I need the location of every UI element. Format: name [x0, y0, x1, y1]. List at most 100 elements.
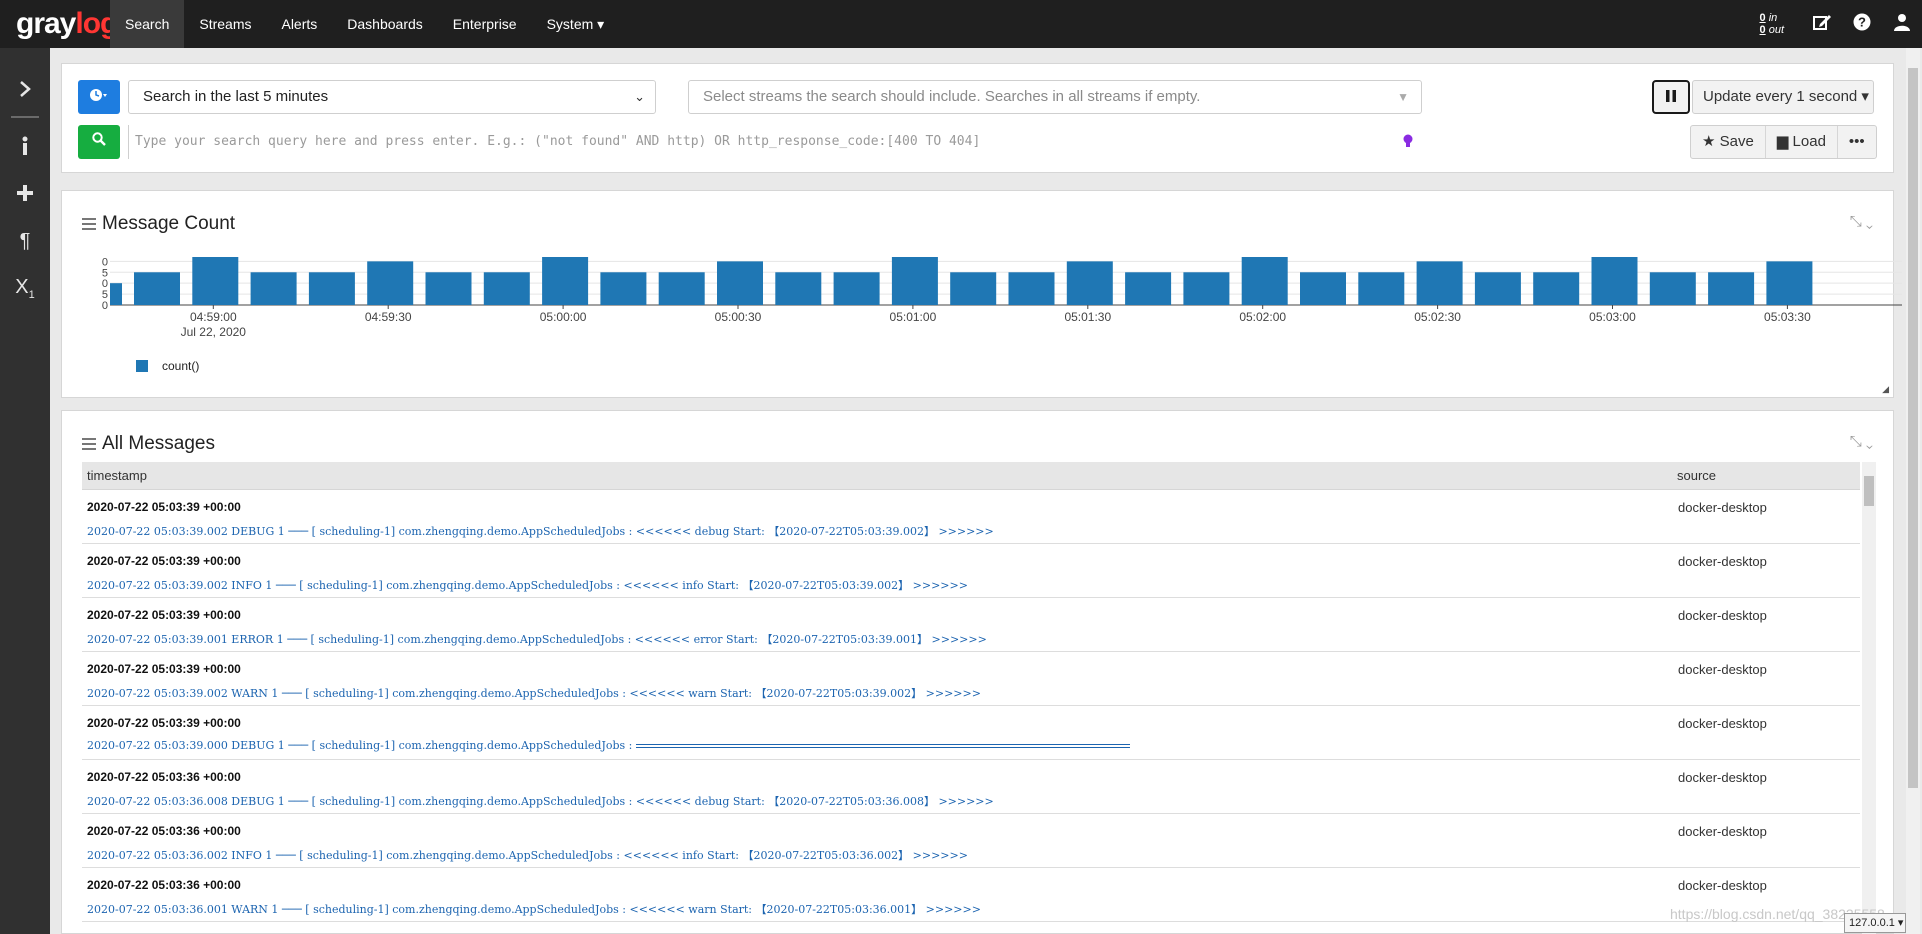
- row-timestamp: 2020-07-22 05:03:39 +00:00: [87, 662, 241, 676]
- chart-bar: [1766, 261, 1813, 305]
- row-source[interactable]: docker-desktop: [1678, 662, 1767, 677]
- message-count-chart: 05101520 04:59:00Jul 22, 2020 04:59:30 05:0…: [102, 256, 1902, 339]
- nav-alerts[interactable]: Alerts: [266, 0, 332, 48]
- table-row[interactable]: 2020-07-22 05:03:36 +00:00 docker-desktop…: [82, 868, 1860, 922]
- chevron-down-icon[interactable]: ⌄: [1866, 213, 1873, 230]
- table-row[interactable]: 2020-07-22 05:03:39 +00:00 docker-desktop…: [82, 490, 1860, 544]
- row-message: 2020-07-22 05:03:39.002 DEBUG 1 ─── [ sc…: [87, 523, 994, 539]
- chart-bar: [1649, 272, 1696, 305]
- nav-search[interactable]: Search: [110, 0, 185, 48]
- time-range-type-button[interactable]: [78, 80, 120, 114]
- table-row[interactable]: 2020-07-22 05:03:39 +00:00 docker-desktop…: [82, 544, 1860, 598]
- y-tick-label: 20: [102, 256, 108, 268]
- row-source[interactable]: docker-desktop: [1678, 824, 1767, 839]
- page-scrollbar[interactable]: [1906, 48, 1920, 934]
- row-timestamp: 2020-07-22 05:03:36 +00:00: [87, 824, 241, 838]
- time-range-value: Search in the last 5 minutes: [143, 88, 329, 105]
- column-header-timestamp[interactable]: timestamp: [82, 462, 1672, 489]
- table-row[interactable]: 2020-07-22 05:03:39 +00:00 docker-desktop…: [82, 652, 1860, 706]
- page-scrollbar-thumb[interactable]: [1908, 68, 1918, 788]
- y-tick-label: 15: [102, 267, 108, 279]
- compress-icon[interactable]: ⤡: [1850, 433, 1862, 450]
- all-messages-widget: All Messages ⤡ ⌄ timestamp source 2020-0…: [61, 410, 1894, 934]
- row-message-text: 2020-07-22 05:03:36.001 WARN 1 ─── [ sch…: [87, 903, 981, 916]
- row-message: 2020-07-22 05:03:39.002 INFO 1 ─── [ sch…: [87, 577, 968, 593]
- x-tick-label: 05:00:00: [540, 310, 587, 324]
- chart-bar: [1708, 272, 1755, 305]
- drag-handle-icon[interactable]: [82, 435, 96, 453]
- chevron-down-icon[interactable]: ⌄: [1866, 433, 1873, 450]
- chart-bar: [1533, 272, 1580, 305]
- row-message-text: 2020-07-22 05:03:36.002 INFO 1 ─── [ sch…: [87, 849, 968, 862]
- scrollbar-thumb[interactable]: [1864, 476, 1874, 506]
- table-row[interactable]: 2020-07-22 05:03:39 +00:00 docker-desktop…: [82, 706, 1860, 760]
- chart-bar: [658, 272, 705, 305]
- row-message-text: 2020-07-22 05:03:39.002 WARN 1 ─── [ sch…: [87, 687, 981, 700]
- info-icon[interactable]: [0, 126, 50, 172]
- nav-dashboards[interactable]: Dashboards: [332, 0, 438, 48]
- chart-bar: [308, 272, 355, 305]
- row-source[interactable]: docker-desktop: [1678, 770, 1767, 785]
- load-search-button[interactable]: ▆ Load: [1766, 126, 1838, 158]
- chart-bar: [775, 272, 822, 305]
- x-tick-label: 05:02:30: [1414, 310, 1461, 324]
- table-row[interactable]: 2020-07-22 05:03:39 +00:00 docker-desktop…: [82, 598, 1860, 652]
- resize-handle-icon[interactable]: ◢: [1882, 384, 1889, 395]
- graylog-logo[interactable]: gray log: [0, 0, 118, 48]
- row-message: 2020-07-22 05:03:36.002 INFO 1 ─── [ sch…: [87, 847, 968, 863]
- pause-refresh-button[interactable]: [1652, 80, 1690, 114]
- row-source[interactable]: docker-desktop: [1678, 878, 1767, 893]
- top-navbar: gray log Search Streams Alerts Dashboards…: [0, 0, 1922, 48]
- table-row[interactable]: 2020-07-22 05:03:36 +00:00 docker-desktop…: [82, 760, 1860, 814]
- chart-bar: [367, 261, 414, 305]
- host-indicator[interactable]: 127.0.0.1 ▾: [1844, 913, 1906, 933]
- column-header-source[interactable]: source: [1672, 462, 1716, 489]
- nav-enterprise[interactable]: Enterprise: [438, 0, 532, 48]
- logo-text-gray: gray: [16, 7, 76, 40]
- chevron-right-icon[interactable]: [0, 68, 50, 114]
- nav-system-dropdown[interactable]: System ▾: [532, 0, 620, 48]
- edit-icon[interactable]: [1802, 12, 1842, 37]
- left-sidebar: ¶ X1: [0, 48, 50, 934]
- chart-bar: [1183, 272, 1230, 305]
- sidebar-divider: [11, 116, 39, 118]
- subscript-icon[interactable]: X1: [0, 264, 50, 310]
- chart-bar: [425, 272, 472, 305]
- chart-bar: [1416, 261, 1463, 305]
- save-label: Save: [1719, 133, 1754, 150]
- y-tick-label: 0: [102, 300, 108, 312]
- throughput-out-label: out: [1768, 24, 1784, 36]
- search-submit-button[interactable]: [78, 125, 120, 159]
- throughput-in-value: 0: [1759, 12, 1766, 24]
- search-query-input[interactable]: Type your search query here and press en…: [128, 125, 1488, 159]
- more-actions-button[interactable]: •••: [1838, 126, 1876, 158]
- row-source[interactable]: docker-desktop: [1678, 554, 1767, 569]
- nav-streams[interactable]: Streams: [184, 0, 266, 48]
- streams-select[interactable]: Select streams the search should include…: [688, 80, 1422, 114]
- compress-icon[interactable]: ⤡: [1850, 213, 1862, 230]
- legend-label[interactable]: count(): [162, 359, 199, 373]
- table-scrollbar[interactable]: [1862, 462, 1876, 934]
- time-range-select[interactable]: Search in the last 5 minutes ⌄: [128, 80, 656, 114]
- lightbulb-icon[interactable]: [1403, 134, 1413, 151]
- table-row[interactable]: 2020-07-22 05:03:36 +00:00 docker-desktop…: [82, 814, 1860, 868]
- plus-icon[interactable]: [0, 172, 50, 218]
- chart-bar: [1241, 257, 1288, 305]
- x-tick-label: 05:02:00: [1239, 310, 1286, 324]
- save-search-button[interactable]: ★ Save: [1691, 126, 1766, 158]
- row-source[interactable]: docker-desktop: [1678, 500, 1767, 515]
- load-label: Load: [1792, 133, 1826, 150]
- widget-tools: ⤡ ⌄: [1850, 433, 1873, 450]
- row-source[interactable]: docker-desktop: [1678, 716, 1767, 731]
- x-tick-label: 05:01:00: [890, 310, 937, 324]
- help-icon[interactable]: ?: [1842, 13, 1882, 36]
- chevron-down-icon: ⌄: [634, 89, 645, 104]
- drag-handle-icon[interactable]: [82, 215, 96, 233]
- user-icon[interactable]: [1882, 13, 1922, 36]
- row-source[interactable]: docker-desktop: [1678, 608, 1767, 623]
- x-tick-date-label: Jul 22, 2020: [181, 325, 247, 339]
- refresh-interval-dropdown[interactable]: Update every 1 second ▾: [1692, 80, 1874, 114]
- paragraph-icon[interactable]: ¶: [0, 218, 50, 264]
- throughput-indicator[interactable]: 0 in 0 out: [1760, 12, 1784, 36]
- svg-text:?: ?: [1858, 14, 1866, 29]
